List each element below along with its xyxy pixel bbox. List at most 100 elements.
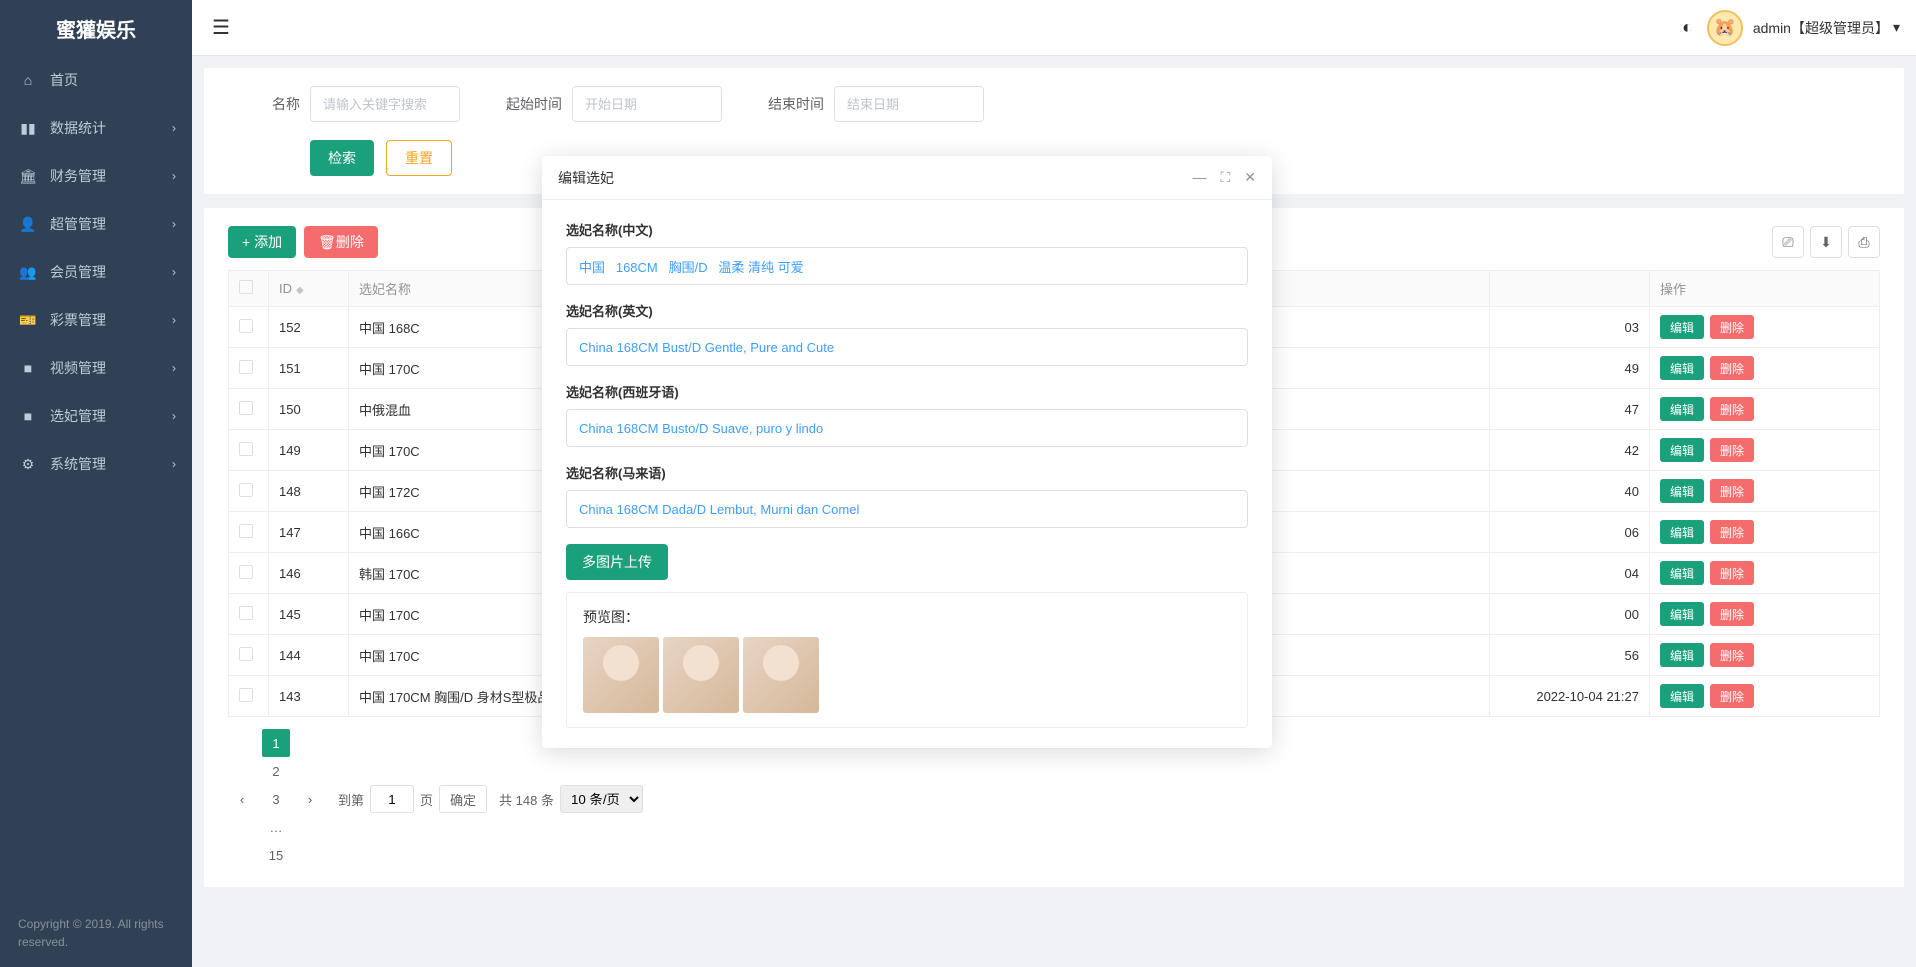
upload-button[interactable]: 多图片上传 — [566, 544, 668, 580]
sort-icon[interactable]: ◆ — [296, 285, 304, 296]
row-checkbox[interactable] — [239, 401, 253, 415]
preview-thumb[interactable] — [583, 637, 659, 713]
input-ms[interactable] — [566, 490, 1248, 528]
row-checkbox[interactable] — [239, 524, 253, 538]
copyright: Copyright © 2019. All rights reserved. — [0, 899, 192, 967]
cell-time: 00 — [1490, 594, 1650, 635]
close-icon[interactable]: ✕ — [1244, 169, 1256, 186]
sidebar-item-label: 彩票管理 — [50, 310, 106, 330]
row-checkbox[interactable] — [239, 688, 253, 702]
edit-button[interactable]: 编辑 — [1660, 520, 1704, 544]
page-number[interactable]: 1 — [262, 729, 290, 757]
input-en[interactable] — [566, 328, 1248, 366]
delete-row-button[interactable]: 删除 — [1710, 397, 1754, 421]
page-size-select[interactable]: 10 条/页 — [560, 785, 643, 813]
edit-button[interactable]: 编辑 — [1660, 438, 1704, 462]
delete-row-button[interactable]: 删除 — [1710, 479, 1754, 503]
delete-row-button[interactable]: 删除 — [1710, 520, 1754, 544]
sidebar-item-xuanfei[interactable]: ■选妃管理› — [0, 392, 192, 440]
cell-id: 147 — [269, 512, 349, 553]
edit-button[interactable]: 编辑 — [1660, 397, 1704, 421]
cell-id: 152 — [269, 307, 349, 348]
name-label: 名称 — [228, 94, 300, 114]
next-page-button[interactable]: › — [296, 785, 324, 813]
row-checkbox[interactable] — [239, 606, 253, 620]
edit-button[interactable]: 编辑 — [1660, 643, 1704, 667]
cell-time: 56 — [1490, 635, 1650, 676]
edit-button[interactable]: 编辑 — [1660, 684, 1704, 708]
cell-id: 143 — [269, 676, 349, 717]
delete-row-button[interactable]: 删除 — [1710, 643, 1754, 667]
row-checkbox[interactable] — [239, 360, 253, 374]
sidebar-item-lottery[interactable]: 🎫彩票管理› — [0, 296, 192, 344]
delete-row-button[interactable]: 删除 — [1710, 438, 1754, 462]
chevron-right-icon: › — [172, 313, 176, 327]
input-es[interactable] — [566, 409, 1248, 447]
edit-button[interactable]: 编辑 — [1660, 602, 1704, 626]
delete-row-button[interactable]: 删除 — [1710, 561, 1754, 585]
avatar[interactable]: 🐹 — [1707, 10, 1743, 46]
chevron-right-icon: › — [172, 265, 176, 279]
edit-button[interactable]: 编辑 — [1660, 315, 1704, 339]
cell-id: 149 — [269, 430, 349, 471]
page-number[interactable]: 15 — [262, 841, 290, 869]
user-menu[interactable]: admin【超级管理员】▾ — [1753, 18, 1900, 38]
preview-thumb[interactable] — [743, 637, 819, 713]
sidebar-item-finance[interactable]: 🏛财务管理› — [0, 152, 192, 200]
prev-page-button[interactable]: ‹ — [228, 785, 256, 813]
sidebar-item-home[interactable]: ⌂首页 — [0, 56, 192, 104]
gear-icon: ⚙ — [18, 456, 38, 473]
main-area: ☰ ◐ 🐹 admin【超级管理员】▾ 名称 起始时间 — [192, 0, 1916, 967]
download-icon[interactable]: ⬇ — [1810, 226, 1842, 258]
cell-time: 04 — [1490, 553, 1650, 594]
input-zh[interactable] — [566, 247, 1248, 285]
edit-button[interactable]: 编辑 — [1660, 479, 1704, 503]
delete-row-button[interactable]: 删除 — [1710, 602, 1754, 626]
edit-button[interactable]: 编辑 — [1660, 561, 1704, 585]
end-date-input[interactable] — [834, 86, 984, 122]
page-number[interactable]: … — [262, 813, 290, 841]
sidebar-item-video[interactable]: ■视频管理› — [0, 344, 192, 392]
hamburger-icon[interactable]: ☰ — [208, 11, 234, 44]
pagination: ‹ 123…15 › 到第 页 确定 共 148 条 10 条/页 — [228, 729, 1880, 869]
video-icon: ■ — [18, 360, 38, 376]
start-date-input[interactable] — [572, 86, 722, 122]
maximize-icon[interactable]: ⛶ — [1220, 169, 1230, 186]
delete-row-button[interactable]: 删除 — [1710, 315, 1754, 339]
row-checkbox[interactable] — [239, 565, 253, 579]
theme-icon[interactable]: ◐ — [1672, 17, 1703, 38]
reset-button[interactable]: 重置 — [386, 140, 452, 176]
row-checkbox[interactable] — [239, 319, 253, 333]
sidebar-item-stats[interactable]: ▮▮数据统计› — [0, 104, 192, 152]
delete-row-button[interactable]: 删除 — [1710, 684, 1754, 708]
preview-thumb[interactable] — [663, 637, 739, 713]
checkbox-all[interactable] — [239, 280, 253, 294]
row-checkbox[interactable] — [239, 483, 253, 497]
minimize-icon[interactable]: — — [1192, 169, 1206, 186]
sidebar-item-label: 财务管理 — [50, 166, 106, 186]
cell-id: 150 — [269, 389, 349, 430]
sidebar-item-system[interactable]: ⚙系统管理› — [0, 440, 192, 488]
print-icon[interactable]: ⎙ — [1848, 226, 1880, 258]
page-number[interactable]: 3 — [262, 785, 290, 813]
name-input[interactable] — [310, 86, 460, 122]
goto-confirm-button[interactable]: 确定 — [439, 785, 487, 813]
col-id[interactable]: ID — [279, 281, 292, 296]
page-number[interactable]: 2 — [262, 757, 290, 785]
sidebar-item-members[interactable]: 👥会员管理› — [0, 248, 192, 296]
goto-input[interactable] — [370, 785, 414, 813]
settings-icon[interactable]: ⎚ — [1772, 226, 1804, 258]
delete-button[interactable]: 🗑 删除 — [304, 226, 378, 258]
sidebar-item-label: 会员管理 — [50, 262, 106, 282]
delete-row-button[interactable]: 删除 — [1710, 356, 1754, 380]
chevron-right-icon: › — [172, 169, 176, 183]
add-button[interactable]: + 添加 — [228, 226, 296, 258]
cell-time: 03 — [1490, 307, 1650, 348]
row-checkbox[interactable] — [239, 647, 253, 661]
sidebar-item-admin[interactable]: 👤超管管理› — [0, 200, 192, 248]
search-button[interactable]: 检索 — [310, 140, 374, 176]
sidebar-item-label: 系统管理 — [50, 454, 106, 474]
chevron-right-icon: › — [172, 409, 176, 423]
edit-button[interactable]: 编辑 — [1660, 356, 1704, 380]
row-checkbox[interactable] — [239, 442, 253, 456]
